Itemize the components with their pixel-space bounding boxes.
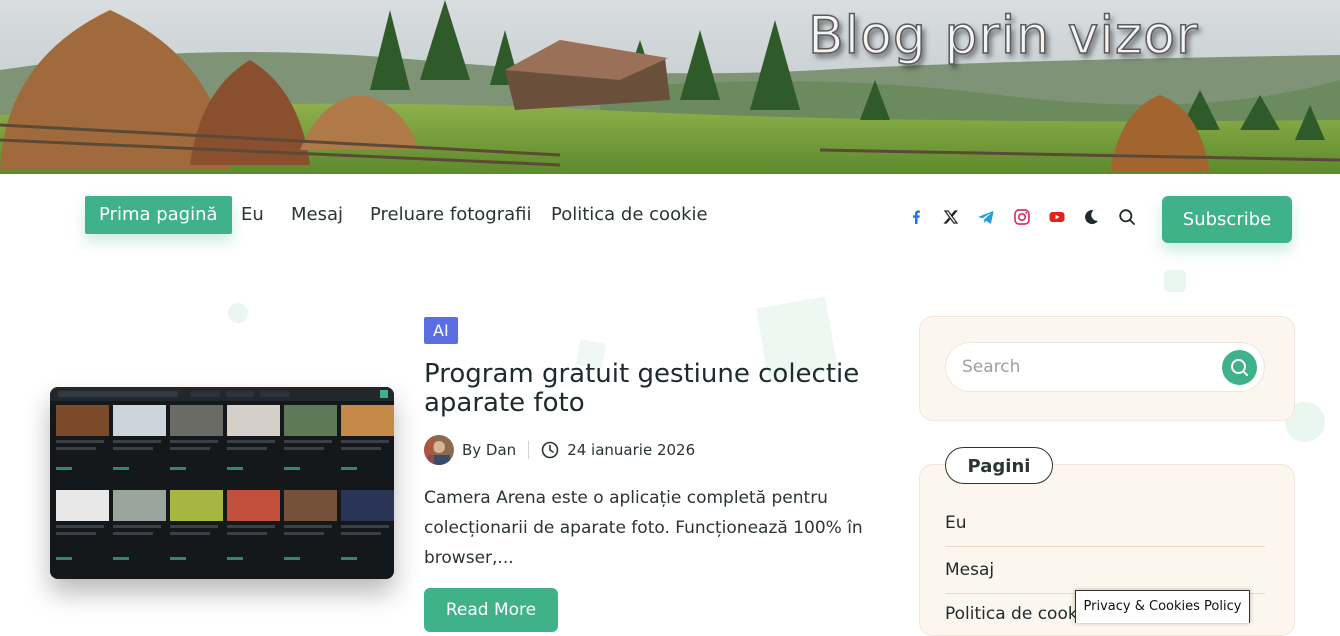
post-title[interactable]: Program gratuit gestiune colectie aparat… [424, 360, 874, 418]
main-nav: Prima pagină Eu Mesaj Preluare fotografi… [0, 174, 1340, 266]
nav-item-preluare-fotografii[interactable]: Preluare fotografii [370, 196, 531, 234]
pages-widget-title: Pagini [945, 447, 1053, 484]
app-screenshot-image [50, 387, 394, 560]
clock-icon [541, 441, 559, 459]
x-icon[interactable] [942, 208, 960, 226]
facebook-icon[interactable] [907, 208, 925, 226]
site-title[interactable]: Blog prin vizor [807, 5, 1199, 67]
divider [945, 546, 1265, 547]
nav-item-mesaj[interactable]: Mesaj [291, 196, 343, 234]
decor-shape [1164, 270, 1186, 292]
post-meta: By Dan 24 ianuarie 2026 [424, 435, 695, 465]
post-author[interactable]: By Dan [462, 441, 516, 459]
instagram-icon[interactable] [1013, 208, 1031, 226]
header-banner: Blog prin vizor [0, 0, 1340, 174]
post-date: 24 ianuarie 2026 [567, 441, 696, 459]
decor-shape [228, 303, 248, 323]
search-input[interactable] [945, 342, 1265, 392]
subscribe-button[interactable]: Subscribe [1162, 196, 1292, 243]
search-button[interactable] [1222, 350, 1257, 385]
post-thumbnail[interactable] [50, 387, 394, 579]
youtube-icon[interactable] [1048, 208, 1066, 226]
cookie-policy-badge[interactable]: Privacy & Cookies Policy [1075, 590, 1250, 623]
search-icon[interactable] [1118, 208, 1136, 226]
search-icon [1231, 359, 1248, 376]
nav-item-home[interactable]: Prima pagină [85, 196, 232, 234]
nav-item-eu[interactable]: Eu [241, 196, 264, 234]
read-more-button[interactable]: Read More [424, 588, 558, 632]
page-link-eu[interactable]: Eu [945, 513, 1265, 533]
meta-divider [528, 441, 530, 459]
nav-item-politica-cookie[interactable]: Politica de cookie [551, 196, 708, 234]
author-avatar[interactable] [424, 435, 454, 465]
telegram-icon[interactable] [977, 208, 995, 226]
post-excerpt: Camera Arena este o aplicație completă p… [424, 488, 863, 568]
page-link-mesaj[interactable]: Mesaj [945, 560, 1265, 580]
category-tag[interactable]: AI [424, 317, 458, 344]
dark-mode-icon[interactable] [1082, 208, 1100, 226]
